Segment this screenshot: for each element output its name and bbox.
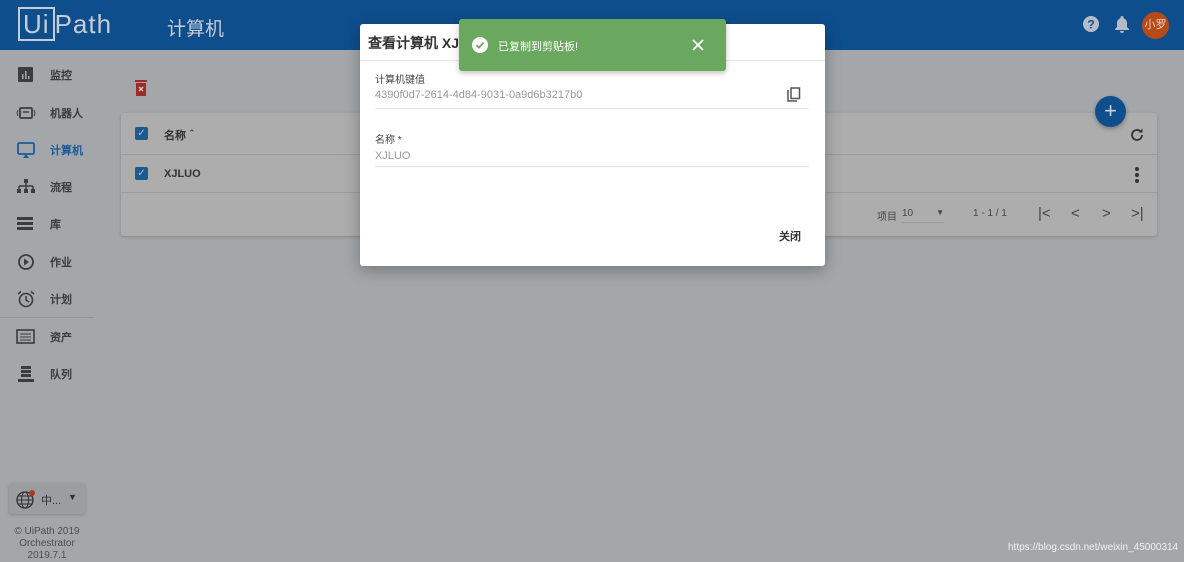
sort-asc-icon[interactable]: ⌃ (188, 128, 196, 139)
name-label: 名称 * (375, 135, 402, 146)
page-title: 计算机 (167, 19, 225, 40)
sidebar-item-queues[interactable]: 队列 (0, 359, 94, 389)
robot-icon (16, 107, 36, 119)
name-underline (375, 166, 809, 167)
play-icon (18, 254, 34, 270)
more-vert-icon[interactable] (1134, 166, 1140, 184)
sidebar-item-processes[interactable]: 流程 (0, 172, 94, 202)
sidebar-item-assets[interactable]: 资产 (0, 322, 94, 352)
copy-icon[interactable] (787, 87, 801, 103)
close-icon[interactable] (692, 39, 704, 51)
sidebar-item-jobs[interactable]: 作业 (0, 247, 94, 277)
svg-text:?: ? (1087, 18, 1094, 32)
row-checkbox[interactable]: ✓ (135, 167, 148, 180)
toast-message: 已复制到剪贴板! (498, 41, 579, 53)
sidebar-item-libraries[interactable]: 库 (0, 209, 94, 239)
watermark: https://blog.csdn.net/weixin_45000314 (1008, 542, 1179, 553)
language-selector[interactable]: 中... ▼ (9, 483, 85, 514)
key-field[interactable]: 4390f0d7-2614-4d84-9031-0a9d6b3217b0 (375, 89, 582, 101)
bell-icon[interactable] (1112, 14, 1132, 34)
delete-icon[interactable] (134, 79, 148, 97)
close-button[interactable]: 关闭 (779, 228, 801, 244)
monitor-icon (17, 142, 35, 158)
footer: © UiPath 2019 Orchestrator 2019.7.1 (14, 526, 80, 561)
check-circle-icon (472, 37, 488, 53)
prev-page-icon[interactable]: < (1071, 205, 1080, 222)
add-machine-button[interactable]: + (1095, 96, 1126, 127)
name-field[interactable]: XJLUO (375, 150, 410, 162)
page-size-select[interactable]: 10 ▼ (902, 208, 944, 223)
toast-notification: 已复制到剪贴板! (459, 19, 726, 71)
sidebar-item-robots[interactable]: 机器人 (0, 98, 94, 128)
sidebar-item-machines[interactable]: 计算机 (0, 135, 94, 165)
sitemap-icon (17, 179, 35, 193)
asset-icon (16, 329, 35, 344)
chart-icon (18, 67, 33, 82)
uipath-logo[interactable]: Ui Path (18, 7, 112, 41)
sidebar-divider (0, 317, 94, 318)
key-underline (375, 108, 809, 109)
next-page-icon[interactable]: > (1102, 205, 1111, 222)
alarm-icon (17, 290, 35, 308)
queue-icon (18, 366, 34, 382)
key-label: 计算机键值 (375, 75, 425, 86)
column-name-header[interactable]: 名称 (164, 127, 186, 143)
help-icon[interactable]: ? (1081, 14, 1101, 34)
caret-down-icon: ▼ (68, 492, 77, 502)
sidebar-item-monitor[interactable]: 监控 (0, 60, 94, 90)
user-avatar[interactable]: 小罗 (1142, 12, 1169, 39)
sidebar-item-schedules[interactable]: 计划 (0, 284, 94, 314)
globe-icon (16, 490, 35, 509)
refresh-icon[interactable] (1129, 127, 1145, 143)
select-all-checkbox[interactable]: ✓ (135, 127, 148, 140)
list-icon (17, 217, 33, 230)
last-page-icon[interactable]: >| (1131, 205, 1144, 222)
first-page-icon[interactable]: |< (1038, 205, 1051, 222)
